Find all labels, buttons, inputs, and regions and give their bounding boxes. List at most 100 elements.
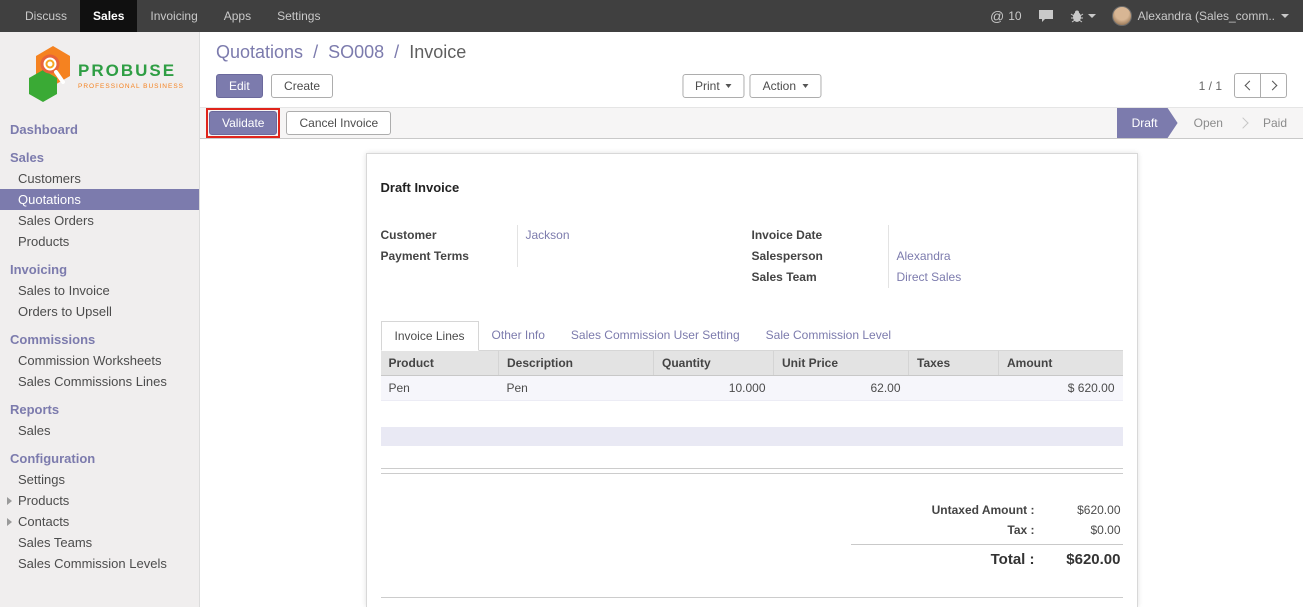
cell-taxes	[909, 376, 999, 401]
pager-buttons	[1234, 73, 1287, 98]
sidebar-item-config-products[interactable]: Products	[0, 490, 199, 511]
field-salesperson: Salesperson Alexandra	[752, 246, 1123, 267]
app-logo[interactable]: PROBUSE PROFESSIONAL BUSINESS	[0, 32, 199, 115]
breadcrumb-separator: /	[313, 42, 318, 62]
tab-other-info[interactable]: Other Info	[479, 321, 558, 351]
totals-block: Untaxed Amount : $620.00 Tax : $0.00 Tot…	[851, 500, 1123, 571]
edit-button[interactable]: Edit	[216, 74, 263, 98]
sidebar-item-products[interactable]: Products	[0, 231, 199, 252]
col-header-quantity[interactable]: Quantity	[654, 351, 774, 376]
tab-sales-commission-user-setting[interactable]: Sales Commission User Setting	[558, 321, 753, 351]
sidebar-item-label: Contacts	[18, 514, 69, 529]
breadcrumb-quotations[interactable]: Quotations	[216, 42, 303, 62]
topbar-systray: @ 10 Alexandra (Sales_comm..	[990, 0, 1303, 32]
sidebar-item-sales-to-invoice[interactable]: Sales to Invoice	[0, 280, 199, 301]
action-button[interactable]: Action	[750, 74, 821, 98]
sales-team-label: Sales Team	[752, 267, 888, 288]
salesperson-value[interactable]: Alexandra	[897, 249, 951, 263]
sidebar-nav: Dashboard Sales Customers Quotations Sal…	[0, 115, 199, 574]
sidebar-item-sales-commissions-lines[interactable]: Sales Commissions Lines	[0, 371, 199, 392]
footer-separator	[381, 597, 1123, 598]
invoice-date-value	[888, 225, 1123, 246]
body-row: PROBUSE PROFESSIONAL BUSINESS Dashboard …	[0, 32, 1303, 607]
sidebar-item-dashboard[interactable]: Dashboard	[0, 119, 199, 140]
debug-icon[interactable]	[1070, 10, 1096, 23]
topbar-item-apps[interactable]: Apps	[211, 0, 264, 32]
sidebar-item-config-contacts[interactable]: Contacts	[0, 511, 199, 532]
sidebar-item-quotations[interactable]: Quotations	[0, 189, 199, 210]
topbar-item-sales[interactable]: Sales	[80, 0, 137, 32]
topbar-item-settings[interactable]: Settings	[264, 0, 333, 32]
status-pipeline: Draft Open Paid	[1117, 108, 1303, 138]
sidebar-section-sales[interactable]: Sales	[0, 147, 199, 168]
sidebar-item-orders-to-upsell[interactable]: Orders to Upsell	[0, 301, 199, 322]
sidebar-section-commissions[interactable]: Commissions	[0, 329, 199, 350]
validate-button[interactable]: Validate	[209, 111, 277, 135]
total-label: Total :	[991, 551, 1035, 568]
payment-terms-value	[517, 246, 722, 267]
cell-product: Pen	[381, 376, 499, 401]
field-groups: Customer Jackson Payment Terms Invoice D…	[381, 225, 1123, 288]
sidebar-section-reports[interactable]: Reports	[0, 399, 199, 420]
action-buttons: Print Action	[682, 74, 821, 98]
caret-down-icon	[802, 84, 808, 88]
col-header-taxes[interactable]: Taxes	[909, 351, 999, 376]
create-button[interactable]: Create	[271, 74, 333, 98]
field-invoice-date: Invoice Date	[752, 225, 1123, 246]
invoice-date-label: Invoice Date	[752, 225, 888, 246]
messages-icon[interactable]	[1038, 9, 1054, 23]
tax-row: Tax : $0.00	[851, 520, 1123, 540]
statusbar: Validate Cancel Invoice Draft Open Paid	[200, 107, 1303, 139]
main-content: Quotations / SO008 / Invoice Edit Create…	[200, 32, 1303, 607]
table-row[interactable]: Pen Pen 10.000 62.00 $ 620.00	[381, 376, 1123, 401]
col-header-description[interactable]: Description	[499, 351, 654, 376]
pager-next-button[interactable]	[1260, 73, 1287, 98]
status-step-draft[interactable]: Draft	[1117, 108, 1178, 138]
caret-down-icon	[726, 84, 732, 88]
sidebar-item-sales-commission-levels[interactable]: Sales Commission Levels	[0, 553, 199, 574]
sidebar-section-invoicing[interactable]: Invoicing	[0, 259, 199, 280]
invoice-lines-table: Product Description Quantity Unit Price …	[381, 351, 1123, 401]
sidebar-item-reports-sales[interactable]: Sales	[0, 420, 199, 441]
customer-label: Customer	[381, 225, 517, 246]
notebook-tabs: Invoice Lines Other Info Sales Commissio…	[381, 320, 1123, 351]
breadcrumb-so008[interactable]: SO008	[328, 42, 384, 62]
expand-arrow-icon	[7, 518, 12, 526]
form-view-area: Draft Invoice Customer Jackson Payment T…	[200, 139, 1303, 607]
sidebar-item-sales-teams[interactable]: Sales Teams	[0, 532, 199, 553]
col-header-amount[interactable]: Amount	[999, 351, 1123, 376]
logo-text: PROBUSE PROFESSIONAL BUSINESS	[78, 61, 184, 90]
app-window: Discuss Sales Invoicing Apps Settings @ …	[0, 0, 1303, 607]
sidebar-item-commission-worksheets[interactable]: Commission Worksheets	[0, 350, 199, 371]
chevron-right-icon	[1267, 81, 1277, 91]
sidebar-item-label: Products	[18, 493, 69, 508]
sales-team-value[interactable]: Direct Sales	[897, 270, 962, 284]
tab-invoice-lines[interactable]: Invoice Lines	[381, 321, 479, 351]
customer-value[interactable]: Jackson	[526, 228, 570, 242]
topbar-item-discuss[interactable]: Discuss	[12, 0, 80, 32]
status-step-paid[interactable]: Paid	[1247, 108, 1303, 138]
sidebar-item-sales-orders[interactable]: Sales Orders	[0, 210, 199, 231]
col-header-unit-price[interactable]: Unit Price	[774, 351, 909, 376]
field-customer: Customer Jackson	[381, 225, 722, 246]
mention-counter[interactable]: @ 10	[990, 8, 1022, 24]
payment-terms-label: Payment Terms	[381, 246, 517, 267]
topbar-item-invoicing[interactable]: Invoicing	[137, 0, 210, 32]
mention-icon: @	[990, 8, 1004, 24]
status-step-open[interactable]: Open	[1178, 108, 1239, 138]
sidebar-section-configuration[interactable]: Configuration	[0, 448, 199, 469]
print-button[interactable]: Print	[682, 74, 745, 98]
user-name: Alexandra (Sales_comm..	[1138, 9, 1275, 23]
pager: 1 / 1	[1199, 73, 1287, 98]
tab-sale-commission-level[interactable]: Sale Commission Level	[753, 321, 904, 351]
col-header-product[interactable]: Product	[381, 351, 499, 376]
total-row: Total : $620.00	[851, 544, 1123, 571]
user-menu[interactable]: Alexandra (Sales_comm..	[1112, 6, 1289, 26]
cancel-invoice-button[interactable]: Cancel Invoice	[286, 111, 391, 135]
untaxed-amount-value: $620.00	[1035, 503, 1121, 517]
pager-previous-button[interactable]	[1234, 73, 1261, 98]
salesperson-label: Salesperson	[752, 246, 888, 267]
sidebar-item-config-settings[interactable]: Settings	[0, 469, 199, 490]
annotation-highlight: Validate	[206, 108, 280, 138]
sidebar-item-customers[interactable]: Customers	[0, 168, 199, 189]
